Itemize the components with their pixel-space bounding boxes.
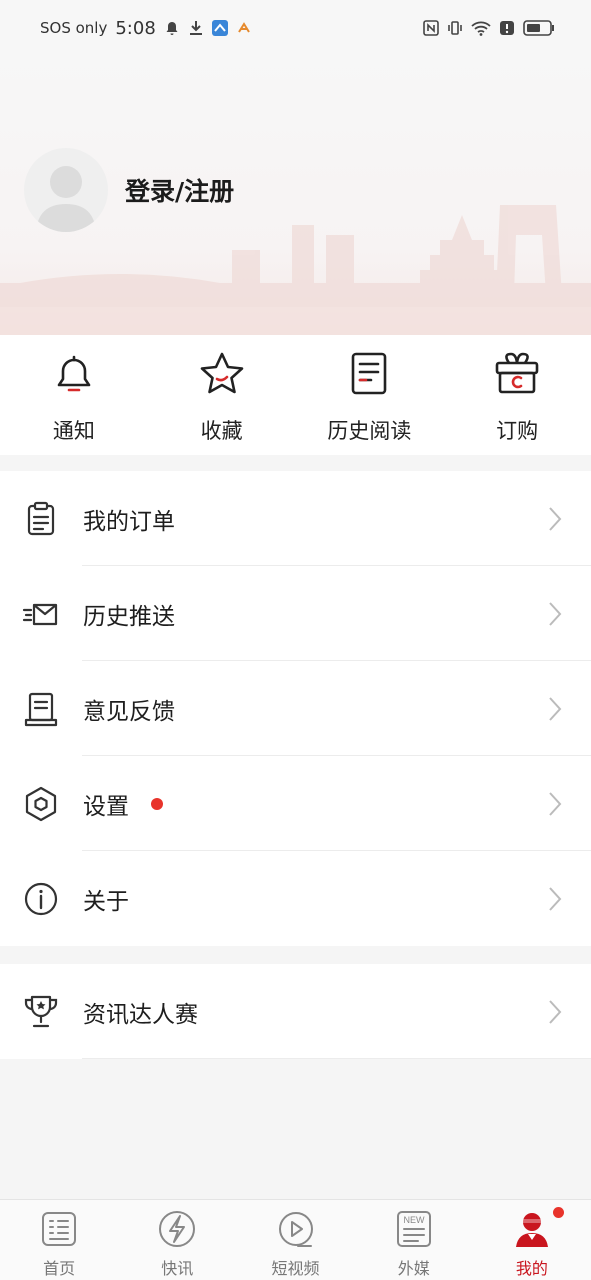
star-icon (200, 352, 243, 394)
nav-mine[interactable]: 我的 (473, 1200, 591, 1280)
menu-label: 意见反馈 (83, 698, 175, 725)
lightning-icon (159, 1211, 196, 1247)
menu-item-feedback[interactable]: 意见反馈 (0, 661, 591, 756)
quick-label: 通知 (52, 419, 95, 443)
menu-list-extra: 资讯达人赛 (0, 964, 591, 1059)
bell-icon (57, 355, 91, 392)
quick-subscribe[interactable]: 订购 (443, 335, 591, 455)
profile-header: 登录/注册 (0, 56, 591, 335)
feedback-icon (24, 692, 58, 726)
nav-foreign-media[interactable]: NEW 外媒 (355, 1200, 473, 1280)
info-icon (24, 882, 58, 915)
chevron-right-icon (549, 886, 562, 911)
chevron-right-icon (549, 506, 562, 531)
mine-badge-dot (552, 1207, 564, 1218)
trophy-icon (24, 995, 58, 1027)
menu-item-settings[interactable]: 设置 (0, 756, 591, 851)
battery-icon (523, 20, 554, 36)
nav-label: 我的 (515, 1259, 548, 1278)
gift-icon (495, 352, 539, 394)
svg-text:NEW: NEW (403, 1215, 425, 1225)
quick-history[interactable]: 历史阅读 (296, 335, 444, 455)
quick-favorites[interactable]: 收藏 (148, 335, 296, 455)
chevron-right-icon (549, 696, 562, 721)
vibrate-icon (448, 21, 462, 35)
play-icon (278, 1212, 313, 1247)
clock: 5:08 (115, 17, 156, 39)
default-avatar-icon (36, 166, 96, 232)
nav-label: 外媒 (397, 1259, 430, 1278)
clipboard-icon (27, 501, 55, 535)
quick-label: 订购 (496, 419, 539, 443)
status-bar: SOS only 5:08 (0, 0, 591, 56)
nfc-icon (423, 20, 439, 36)
login-register-link[interactable]: 登录/注册 (125, 172, 234, 208)
home-doc-icon (42, 1212, 77, 1246)
send-mail-icon (22, 603, 58, 625)
status-left: SOS only 5:08 (40, 18, 252, 39)
nav-home[interactable]: 首页 (0, 1200, 118, 1280)
download-icon (189, 21, 202, 35)
menu-label: 历史推送 (83, 603, 175, 630)
quick-label: 收藏 (200, 419, 243, 443)
app2-icon (237, 22, 250, 33)
menu-item-about[interactable]: 关于 (0, 851, 591, 946)
divider (82, 1058, 591, 1059)
nav-short-video[interactable]: 短视频 (236, 1200, 354, 1280)
chevron-right-icon (549, 601, 562, 626)
menu-list: 我的订单 历史推送 意见反馈 设置 关于 (0, 471, 591, 946)
wifi-icon (471, 21, 491, 36)
quick-actions: 通知 收藏 历史阅读 订购 (0, 335, 591, 455)
menu-label: 资讯达人赛 (83, 1001, 198, 1028)
hexagon-gear-icon (25, 786, 57, 821)
alert-icon (500, 21, 514, 35)
nav-label: 首页 (43, 1259, 76, 1278)
bell-icon (166, 22, 178, 35)
menu-label: 我的订单 (83, 508, 175, 535)
new-doc-icon: NEW (396, 1211, 431, 1247)
nav-label: 快讯 (161, 1259, 194, 1278)
carrier-text: SOS only (40, 19, 108, 37)
history-doc-icon (352, 352, 387, 395)
nav-label: 短视频 (271, 1259, 320, 1278)
menu-label: 设置 (83, 793, 129, 820)
app-icon (211, 20, 228, 36)
nav-flash[interactable]: 快讯 (118, 1200, 236, 1280)
settings-badge-dot (151, 798, 163, 810)
bottom-nav: 首页 快讯 短视频 NEW 外媒 我的 (0, 1199, 591, 1280)
avatar[interactable] (24, 148, 108, 232)
menu-item-push-history[interactable]: 历史推送 (0, 566, 591, 661)
quick-label: 历史阅读 (327, 419, 412, 443)
menu-item-orders[interactable]: 我的订单 (0, 471, 591, 566)
chevron-right-icon (549, 999, 562, 1024)
status-right (423, 20, 555, 36)
chevron-right-icon (549, 791, 562, 816)
menu-label: 关于 (83, 888, 129, 915)
user-icon (515, 1213, 548, 1247)
quick-notify[interactable]: 通知 (0, 335, 148, 455)
menu-item-contest[interactable]: 资讯达人赛 (0, 964, 591, 1059)
